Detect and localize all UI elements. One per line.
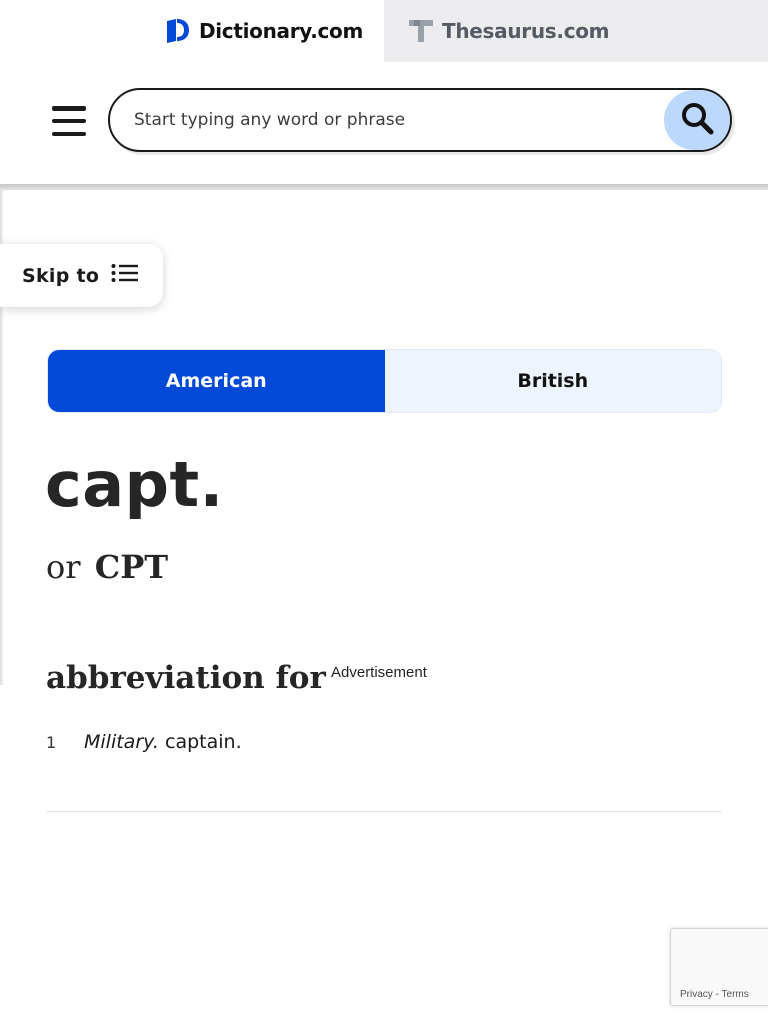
search-box	[108, 88, 732, 152]
menu-icon[interactable]	[52, 106, 86, 136]
section-divider	[46, 811, 722, 812]
thesaurus-tab-label: Thesaurus.com	[442, 19, 610, 43]
recaptcha-privacy-link[interactable]: Privacy	[680, 989, 713, 1000]
variant-word: CPT	[94, 548, 169, 586]
dictionary-tab[interactable]: Dictionary.com	[144, 0, 384, 62]
list-icon	[111, 263, 139, 288]
advertisement-label: Advertisement	[331, 664, 427, 681]
search-icon	[680, 101, 714, 140]
dictionary-tab-label: Dictionary.com	[198, 19, 364, 43]
region-toggle: American British	[47, 349, 722, 413]
recaptcha-separator: -	[715, 989, 719, 1000]
recaptcha-terms-link[interactable]: Terms	[722, 989, 749, 1000]
skip-to-button[interactable]: Skip to	[0, 244, 163, 307]
definition-text: Military. captain.	[84, 731, 242, 753]
tab-american[interactable]: American	[48, 350, 385, 412]
recaptcha-links: Privacy - Terms	[680, 989, 749, 1000]
definition-body: captain.	[165, 731, 242, 753]
search-input[interactable]	[132, 100, 652, 140]
skip-to-label: Skip to	[22, 264, 100, 287]
thesaurus-logo-icon	[408, 18, 434, 44]
search-button[interactable]	[664, 90, 730, 150]
recaptcha-badge: Privacy - Terms	[670, 928, 768, 1006]
part-of-speech: abbreviation for	[46, 660, 326, 696]
thesaurus-tab[interactable]: Thesaurus.com	[384, 0, 768, 62]
tab-british[interactable]: British	[384, 350, 721, 412]
header-divider	[0, 184, 768, 190]
dictionary-logo-icon	[165, 18, 191, 44]
headword: capt.	[45, 448, 224, 521]
site-tabs: Dictionary.com Thesaurus.com	[0, 0, 768, 62]
header	[0, 62, 768, 184]
variant-connector: or	[46, 548, 81, 586]
definition-number: 1	[46, 733, 57, 752]
definition-label: Military.	[84, 731, 159, 753]
variant-form: or CPT	[46, 548, 168, 586]
